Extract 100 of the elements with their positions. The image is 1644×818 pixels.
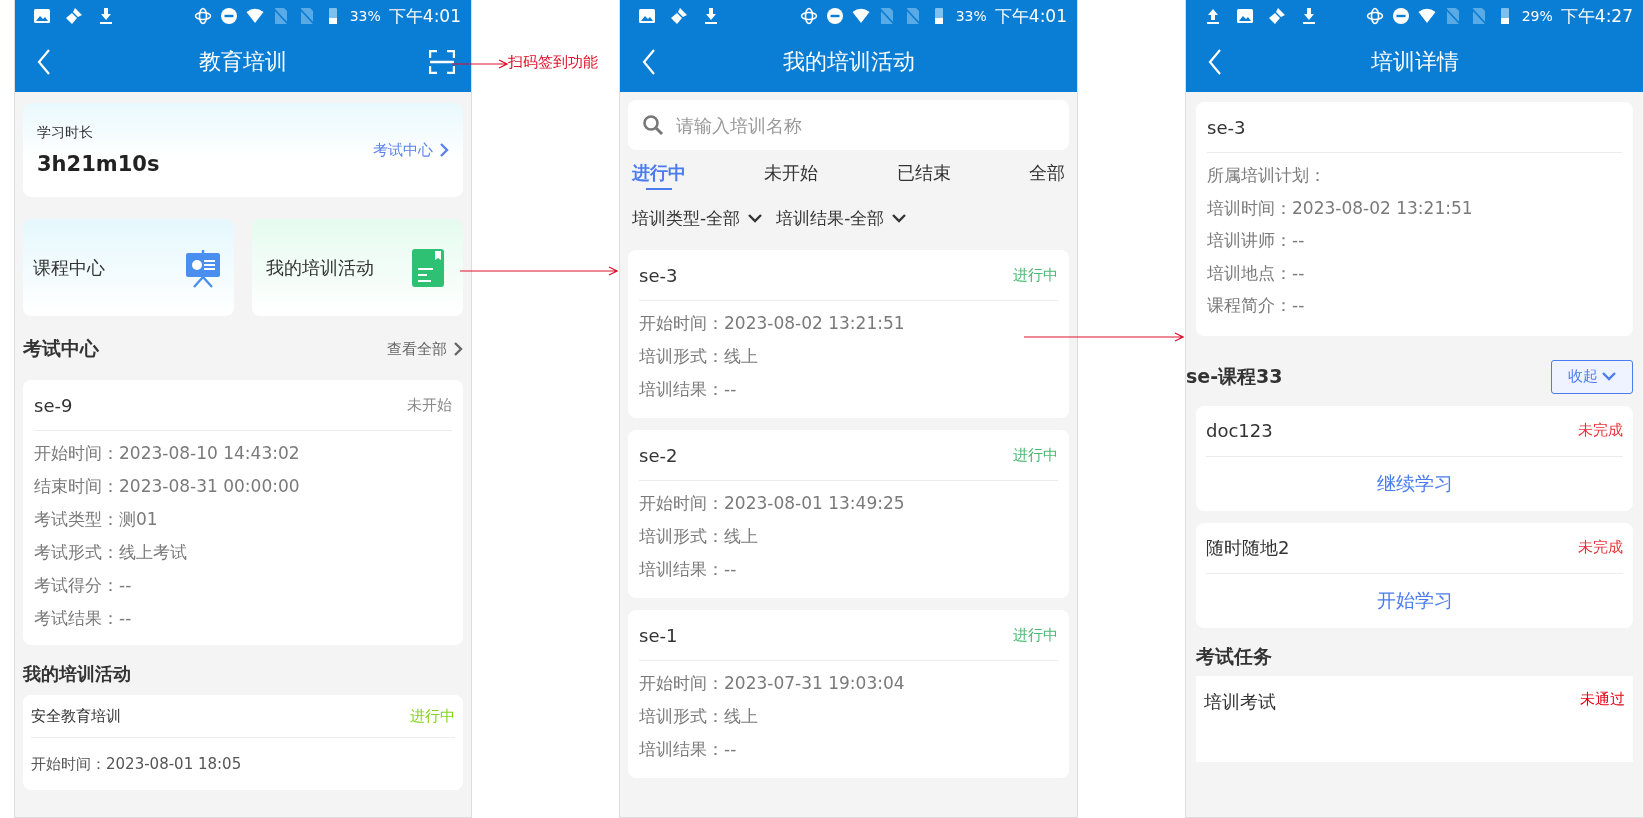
status-label: 未通过 bbox=[1580, 689, 1625, 709]
brush-icon bbox=[670, 7, 688, 25]
back-icon[interactable] bbox=[642, 49, 656, 75]
study-button[interactable]: 开始学习 bbox=[1206, 573, 1623, 628]
tab[interactable]: 未开始 bbox=[764, 150, 819, 196]
filter-dropdown[interactable]: 培训类型-全部 bbox=[632, 206, 763, 230]
chevron-down-icon bbox=[892, 213, 907, 223]
do-not-disturb-icon bbox=[219, 7, 238, 25]
download-icon bbox=[702, 7, 720, 25]
wifi-icon bbox=[1417, 7, 1436, 25]
chevron-right-icon bbox=[453, 342, 463, 356]
exam-title: 培训考试 bbox=[1204, 689, 1276, 714]
status-time: 下午4:01 bbox=[994, 4, 1067, 28]
collapse-button[interactable]: 收起 bbox=[1551, 359, 1633, 394]
upload-icon bbox=[1204, 7, 1222, 25]
download-icon bbox=[97, 7, 115, 25]
status-label: 进行中 bbox=[1013, 625, 1058, 645]
section-title: se-课程33 bbox=[1186, 363, 1283, 389]
study-label: 学习时长 bbox=[37, 124, 94, 142]
card-field: 培训讲师：-- bbox=[1207, 224, 1622, 257]
card-field: 培训形式：线上 bbox=[639, 700, 1058, 733]
orbit-icon bbox=[1365, 7, 1384, 25]
do-not-disturb-icon bbox=[1391, 7, 1410, 25]
status-label: 未完成 bbox=[1578, 538, 1623, 557]
tab[interactable]: 进行中 bbox=[632, 150, 686, 196]
status-label: 进行中 bbox=[1013, 445, 1058, 465]
tab[interactable]: 全部 bbox=[1029, 150, 1065, 196]
card-title: 安全教育培训 bbox=[31, 706, 121, 726]
exam-card[interactable]: se-9 未开始 开始时间：2023-08-10 14:43:02 结束时间：2023-08-31 00:00:00 考试类型：测01 考试形式：线上考试 考试得分：-- 考试结果：-- bbox=[23, 380, 463, 645]
card-field: 开始时间：2023-08-10 14:43:02 bbox=[34, 437, 452, 470]
card-title: se-9 bbox=[34, 394, 73, 416]
annotation-label: 扫码签到功能 bbox=[508, 53, 598, 72]
orbit-icon bbox=[799, 7, 818, 25]
card-field: 培训地点：-- bbox=[1207, 256, 1622, 289]
training-card[interactable]: se-3 进行中 开始时间：2023-08-02 13:21:51 培训形式：线上 培训结果：-- bbox=[628, 250, 1069, 418]
back-icon[interactable] bbox=[37, 49, 51, 75]
card-field: 结束时间：2023-08-31 00:00:00 bbox=[34, 470, 452, 503]
image-icon bbox=[1236, 7, 1254, 25]
card-title: se-3 bbox=[1207, 116, 1246, 138]
search-field[interactable]: 请输入培训名称 bbox=[628, 100, 1069, 150]
brush-icon bbox=[65, 7, 83, 25]
status-time: 下午4:01 bbox=[388, 4, 461, 28]
card-field: 开始时间：2023-08-01 18:05 bbox=[31, 744, 455, 784]
exam-center-link[interactable]: 考试中心 bbox=[373, 140, 449, 160]
card-field: 课程简介：-- bbox=[1207, 289, 1622, 322]
course-title: 随时随地2 bbox=[1206, 535, 1290, 560]
card-field: 培训结果：-- bbox=[639, 373, 1058, 406]
entry-label: 课程中心 bbox=[33, 255, 105, 280]
wifi-icon bbox=[851, 7, 870, 25]
header-title: 我的培训活动 bbox=[782, 48, 915, 76]
scan-icon[interactable] bbox=[429, 50, 455, 74]
info-card[interactable]: se-3 所属培训计划： 培训时间：2023-08-02 13:21:51 培训讲师：-- 培训地点：-- 课程简介：-- bbox=[1196, 102, 1633, 336]
card-field: 考试结果：-- bbox=[34, 602, 452, 635]
card-field: 培训形式：线上 bbox=[639, 340, 1058, 373]
entry-card[interactable]: 课程中心 bbox=[23, 219, 234, 316]
entry-label: 我的培训活动 bbox=[266, 255, 374, 280]
header-title: 培训详情 bbox=[1370, 48, 1459, 76]
card-field: 培训结果：-- bbox=[639, 733, 1058, 766]
entry-card[interactable]: 我的培训活动 bbox=[252, 219, 463, 316]
card-field: 开始时间：2023-07-31 19:03:04 bbox=[639, 667, 1058, 700]
status-label: 未开始 bbox=[407, 395, 452, 415]
battery-percentage: 33% bbox=[955, 8, 987, 24]
card-title: se-2 bbox=[639, 444, 678, 466]
card-field: 开始时间：2023-08-02 13:21:51 bbox=[639, 307, 1058, 340]
section-title: 我的培训活动 bbox=[23, 662, 131, 686]
study-button[interactable]: 继续学习 bbox=[1206, 456, 1623, 511]
training-card[interactable]: se-1 进行中 开始时间：2023-07-31 19:03:04 培训形式：线上 培训结果：-- bbox=[628, 610, 1069, 778]
back-icon[interactable] bbox=[1208, 49, 1222, 75]
card-field: 培训时间：2023-08-02 13:21:51 bbox=[1207, 191, 1622, 224]
card-field: 开始时间：2023-08-01 13:49:25 bbox=[639, 487, 1058, 520]
course-title: doc123 bbox=[1206, 420, 1273, 441]
view-all-link[interactable]: 查看全部 bbox=[387, 339, 463, 359]
card-field: 培训形式：线上 bbox=[639, 520, 1058, 553]
exam-task-card[interactable]: 培训考试 未通过 bbox=[1196, 675, 1633, 762]
battery-percentage: 33% bbox=[349, 8, 381, 24]
status-time: 下午4:27 bbox=[1560, 4, 1633, 28]
card-field: 考试形式：线上考试 bbox=[34, 536, 452, 569]
battery-percentage: 29% bbox=[1521, 8, 1553, 24]
card-field: 考试类型：测01 bbox=[34, 503, 452, 536]
image-icon bbox=[33, 7, 51, 25]
image-icon bbox=[638, 7, 656, 25]
activity-card[interactable]: 安全教育培训 进行中 开始时间：2023-08-01 18:05 bbox=[23, 695, 463, 790]
brush-icon bbox=[1268, 7, 1286, 25]
card-field: 培训结果：-- bbox=[639, 553, 1058, 586]
do-not-disturb-icon bbox=[825, 7, 844, 25]
header-title: 教育培训 bbox=[199, 48, 287, 76]
status-label: 未完成 bbox=[1578, 421, 1623, 440]
filter-dropdown[interactable]: 培训结果-全部 bbox=[776, 206, 907, 230]
card-title: se-3 bbox=[639, 264, 678, 286]
status-label: 进行中 bbox=[1013, 265, 1058, 285]
section-title: 考试任务 bbox=[1196, 643, 1272, 669]
orbit-icon bbox=[193, 7, 212, 25]
tab[interactable]: 已结束 bbox=[896, 150, 951, 196]
card-title: se-1 bbox=[639, 624, 678, 646]
chevron-down-icon bbox=[1602, 372, 1616, 381]
card-field: 所属培训计划： bbox=[1207, 159, 1622, 192]
download-icon bbox=[1300, 7, 1318, 25]
wifi-icon bbox=[245, 7, 264, 25]
study-duration: 3h21m10s bbox=[37, 152, 160, 176]
training-card[interactable]: se-2 进行中 开始时间：2023-08-01 13:49:25 培训形式：线上 培训结果：-- bbox=[628, 430, 1069, 598]
